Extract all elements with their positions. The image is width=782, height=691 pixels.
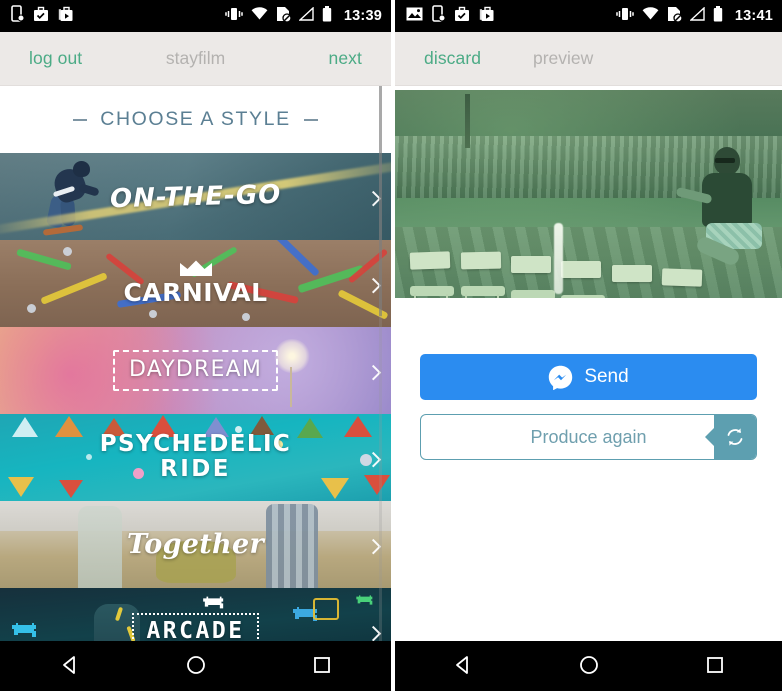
briefcase-check-icon	[454, 6, 470, 27]
style-label: ARCADE	[146, 617, 245, 644]
recents-icon[interactable]	[305, 648, 339, 685]
home-icon[interactable]	[572, 648, 606, 685]
vibrate-icon	[616, 7, 634, 26]
style-label-line2: RIDE	[160, 455, 231, 482]
status-bar-left-icons	[11, 5, 74, 27]
status-bar-left-icons	[406, 5, 495, 27]
post	[464, 94, 470, 149]
home-icon[interactable]	[179, 648, 213, 685]
messenger-icon	[548, 365, 573, 390]
app-bar: log out stayfilm next	[0, 32, 391, 86]
status-bar-right-icons: 13:39	[225, 5, 382, 27]
sd-card-disabled-icon	[667, 6, 683, 27]
style-card-on-the-go[interactable]: ON-THE-GO	[0, 153, 391, 240]
style-list: ON-THE-GO CARNIVAL DAYDREAM PSYCHEDELIC …	[0, 153, 391, 675]
screenshot-root: 13:39 log out stayfilm next CHOOSE A STY…	[0, 0, 782, 691]
crown-icon	[179, 260, 213, 277]
back-icon[interactable]	[53, 648, 87, 685]
style-label-wrap: CARNIVAL	[0, 240, 391, 327]
play-store-bag-icon	[58, 6, 74, 27]
produce-again-label: Produce again	[530, 426, 647, 447]
status-bar-clock: 13:39	[343, 8, 382, 24]
play-store-bag-icon	[479, 6, 495, 27]
style-card-together[interactable]: Together	[0, 501, 391, 588]
status-bar-right-icons: 13:41	[616, 5, 773, 27]
android-nav-bar	[395, 641, 782, 691]
signal-icon	[689, 5, 705, 26]
style-label: CARNIVAL	[123, 278, 268, 307]
briefcase-check-icon	[33, 6, 49, 27]
send-label: Send	[584, 366, 629, 387]
dash-left-decoration	[73, 118, 88, 121]
white-cord	[553, 223, 563, 294]
android-nav-bar	[0, 641, 391, 691]
refresh-icon	[714, 415, 756, 459]
vibrate-icon	[225, 7, 243, 26]
signal-icon	[298, 5, 314, 26]
right-phone-screen: 13:41 discard preview Send Produce again	[391, 0, 782, 691]
seated-person	[675, 147, 768, 277]
wifi-icon	[642, 7, 659, 25]
sd-card-disabled-icon	[276, 6, 292, 27]
style-label: Together	[127, 529, 264, 560]
phone-sync-icon	[11, 5, 25, 27]
style-label-wrap: ON-THE-GO	[0, 153, 391, 240]
action-buttons: Send Produce again	[395, 298, 782, 460]
style-label-wrap: Together	[0, 501, 391, 588]
preview-content: Send Produce again	[395, 90, 782, 460]
back-icon[interactable]	[446, 648, 480, 685]
style-label-wrap: PSYCHEDELIC RIDE	[0, 414, 391, 501]
image-icon	[406, 7, 423, 26]
app-bar: discard preview	[395, 32, 782, 86]
log-out-button[interactable]: log out	[21, 44, 90, 73]
style-card-daydream[interactable]: DAYDREAM	[0, 327, 391, 414]
battery-icon	[322, 5, 332, 27]
status-bar: 13:41	[395, 0, 782, 32]
style-card-carnival[interactable]: CARNIVAL	[0, 240, 391, 327]
choose-a-style-label: CHOOSE A STYLE	[100, 108, 291, 130]
status-bar-clock: 13:41	[734, 8, 773, 24]
style-card-psychedelic-ride[interactable]: PSYCHEDELIC RIDE	[0, 414, 391, 501]
send-button[interactable]: Send	[420, 354, 757, 400]
battery-icon	[713, 5, 723, 27]
dashed-frame: DAYDREAM	[112, 350, 279, 391]
discard-button[interactable]: discard	[416, 44, 489, 73]
produce-again-button[interactable]: Produce again	[420, 414, 757, 460]
style-label: ON-THE-GO	[109, 179, 282, 214]
left-phone-screen: 13:39 log out stayfilm next CHOOSE A STY…	[0, 0, 391, 691]
phone-sync-icon	[432, 5, 446, 27]
choose-a-style-header: CHOOSE A STYLE	[0, 86, 391, 153]
dash-right-decoration	[303, 118, 318, 121]
style-chooser-content: CHOOSE A STYLE ON-THE-GO CARNIVAL DAYDRE…	[0, 86, 391, 691]
next-button[interactable]: next	[321, 44, 370, 73]
scrollbar-thumb[interactable]	[379, 86, 382, 316]
wifi-icon	[251, 7, 268, 25]
recents-icon[interactable]	[698, 648, 732, 685]
style-label: DAYDREAM	[128, 357, 263, 382]
style-label-wrap: DAYDREAM	[0, 327, 391, 414]
style-label: PSYCHEDELIC	[99, 430, 292, 457]
status-bar: 13:39	[0, 0, 391, 32]
video-preview[interactable]	[395, 90, 782, 298]
